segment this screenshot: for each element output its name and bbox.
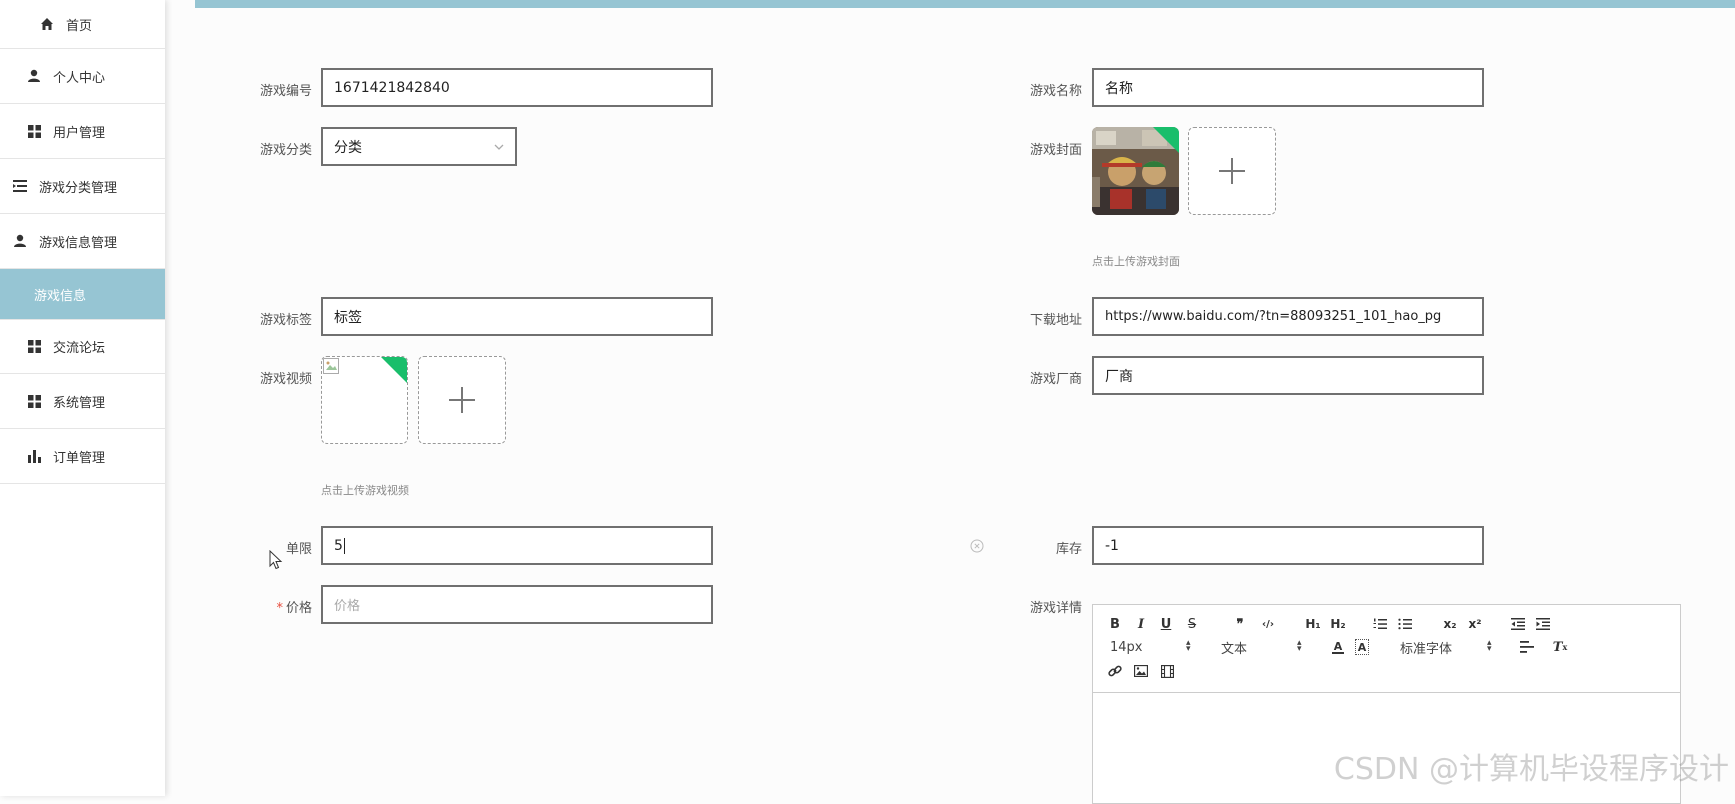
grid-icon [27, 124, 41, 138]
sidebar-item-game-category[interactable]: 游戏分类管理 [0, 159, 165, 214]
sidebar-item-label: 系统管理 [53, 392, 105, 411]
font-family-value: 标准字体 [1400, 638, 1452, 657]
price-label: *价格 [200, 597, 312, 616]
stock-label: 库存 [960, 538, 1082, 557]
select-arrows-icon: ▴▾ [1487, 640, 1492, 652]
grid-icon [27, 340, 41, 354]
heading-select[interactable]: 文本 ▴▾ [1221, 639, 1306, 655]
image-icon[interactable] [1133, 663, 1149, 679]
blockquote-icon[interactable]: ❞ [1233, 616, 1247, 632]
download-url-input[interactable]: https://www.baidu.com/?tn=88093251_101_h… [1092, 297, 1484, 336]
bar-chart-icon [27, 449, 41, 463]
sidebar-item-users[interactable]: 用户管理 [0, 104, 165, 159]
price-label-text: 价格 [286, 601, 312, 616]
mouse-pointer-icon [269, 550, 283, 570]
plus-icon [448, 386, 476, 414]
tags-label: 游戏标签 [200, 309, 312, 328]
price-input[interactable]: 价格 [321, 585, 713, 624]
italic-icon[interactable]: I [1134, 616, 1148, 632]
video-thumbnail[interactable] [321, 356, 408, 444]
align-icon[interactable] [1520, 639, 1534, 655]
cover-label: 游戏封面 [960, 139, 1082, 158]
font-family-select[interactable]: 标准字体 ▴▾ [1400, 639, 1496, 655]
subscript-icon[interactable]: x₂ [1441, 616, 1459, 632]
detail-label: 游戏详情 [960, 597, 1082, 616]
sidebar-item-system[interactable]: 系统管理 [0, 374, 165, 429]
game-name-label: 游戏名称 [960, 80, 1082, 99]
strikethrough-icon[interactable]: S [1185, 616, 1199, 632]
font-size-value: 14px [1110, 640, 1143, 655]
heading-1-icon[interactable]: H₁ [1304, 616, 1322, 632]
cover-upload-button[interactable] [1188, 127, 1276, 215]
sidebar-item-label: 首页 [66, 15, 92, 34]
background-color-icon[interactable]: A [1355, 639, 1369, 655]
top-bar [195, 0, 1735, 8]
video-label: 游戏视频 [200, 368, 312, 387]
plus-icon [1218, 157, 1246, 185]
sidebar-item-label: 游戏信息 [34, 285, 86, 304]
heading-2-icon[interactable]: H₂ [1329, 616, 1347, 632]
vendor-input[interactable]: 厂商 [1092, 356, 1484, 395]
text-cursor [344, 538, 345, 554]
bullet-list-icon[interactable] [1398, 616, 1412, 632]
cover-image-thumbnail[interactable] [1092, 127, 1179, 215]
code-block-icon[interactable]: ‹/› [1260, 616, 1276, 632]
underline-icon[interactable]: U [1159, 616, 1173, 632]
game-name-input[interactable]: 名称 [1092, 68, 1484, 107]
select-arrows-icon: ▴▾ [1186, 640, 1191, 652]
upload-success-corner [1153, 127, 1179, 153]
sidebar-item-label: 交流论坛 [53, 337, 105, 356]
sidebar-item-label: 游戏信息管理 [39, 232, 117, 251]
limit-input[interactable]: 5 [321, 526, 713, 565]
ordered-list-icon[interactable] [1373, 616, 1387, 632]
grid-icon [27, 394, 41, 408]
video-upload-button[interactable] [418, 356, 506, 444]
sidebar-item-forum[interactable]: 交流论坛 [0, 319, 165, 374]
category-label: 游戏分类 [200, 139, 312, 158]
bold-icon[interactable]: B [1108, 616, 1122, 632]
list-icon [13, 179, 27, 193]
user-icon [27, 69, 41, 83]
sidebar-item-game-info[interactable]: 游戏信息 [0, 269, 165, 319]
font-color-icon[interactable]: A [1331, 639, 1345, 655]
broken-image-icon [323, 358, 339, 374]
sidebar-item-label: 个人中心 [53, 67, 105, 86]
stock-input[interactable]: -1 [1092, 526, 1484, 565]
sidebar-item-label: 用户管理 [53, 122, 105, 141]
chevron-down-icon [493, 141, 505, 157]
heading-value: 文本 [1221, 638, 1247, 657]
game-no-input[interactable]: 1671421842840 [321, 68, 713, 107]
game-no-label: 游戏编号 [200, 80, 312, 99]
watermark: CSDN @计算机毕设程序设计 [1334, 744, 1729, 788]
upload-success-corner [381, 357, 407, 383]
category-select[interactable]: 分类 [321, 127, 517, 166]
category-select-value: 分类 [334, 137, 362, 157]
home-icon [40, 17, 54, 31]
video-icon[interactable] [1159, 663, 1175, 679]
sidebar-item-orders[interactable]: 订单管理 [0, 429, 165, 484]
tags-input[interactable]: 标签 [321, 297, 713, 336]
sidebar-item-profile[interactable]: 个人中心 [0, 49, 165, 104]
link-icon[interactable] [1107, 663, 1123, 679]
user-icon [13, 234, 27, 248]
sidebar-item-label: 游戏分类管理 [39, 177, 117, 196]
limit-input-value: 5 [334, 538, 343, 554]
required-mark: * [276, 601, 283, 616]
indent-icon[interactable] [1536, 616, 1550, 632]
cover-upload-hint: 点击上传游戏封面 [1092, 253, 1180, 269]
outdent-icon[interactable] [1511, 616, 1525, 632]
vendor-label: 游戏厂商 [960, 368, 1082, 387]
editor-toolbar: B I U S ❞ ‹/› H₁ H₂ x₂ x² 14px ▴▾ 文本 ▴▾ [1093, 605, 1680, 693]
sidebar-item-label: 订单管理 [53, 447, 105, 466]
limit-label: 单限 [200, 538, 312, 557]
video-upload-hint: 点击上传游戏视频 [321, 482, 409, 498]
download-label: 下载地址 [960, 309, 1082, 328]
sidebar-item-game-info-mgmt[interactable]: 游戏信息管理 [0, 214, 165, 269]
clear-format-icon[interactable]: Tx [1553, 639, 1567, 655]
sidebar-item-home[interactable]: 首页 [0, 0, 165, 49]
superscript-icon[interactable]: x² [1466, 616, 1484, 632]
sidebar: 首页 个人中心 用户管理 游戏分类管理 游戏信息管理 游戏信息 交流论坛 [0, 0, 165, 796]
select-arrows-icon: ▴▾ [1297, 640, 1302, 652]
font-size-select[interactable]: 14px ▴▾ [1110, 639, 1195, 655]
